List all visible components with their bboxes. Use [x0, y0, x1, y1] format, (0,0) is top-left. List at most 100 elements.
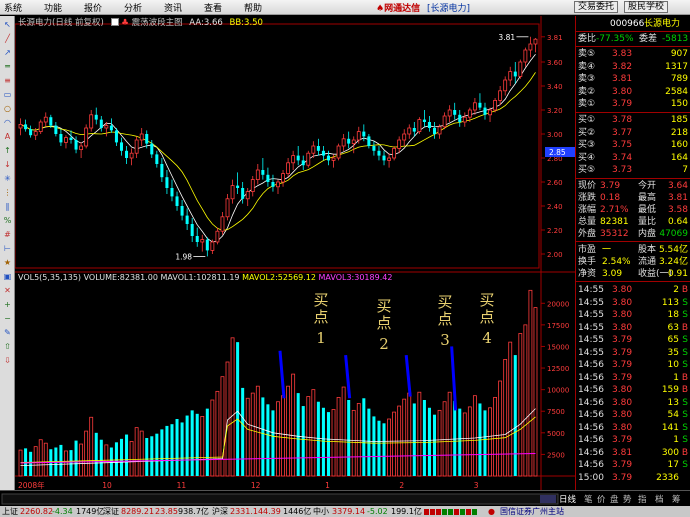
vol-axis-label: 17500	[547, 322, 569, 330]
tool-text-icon[interactable]: A	[2, 132, 13, 142]
buy-label: 买④	[578, 152, 596, 163]
candle-body	[533, 38, 538, 45]
candle-body	[99, 119, 103, 128]
chart-canvas[interactable]: 3.813.603.403.203.002.802.602.402.202.00…	[15, 16, 575, 490]
buy-point-annotation-1: 买点1	[313, 291, 329, 347]
indicator-checkbox[interactable]	[110, 18, 119, 26]
menu-function[interactable]: 功能	[44, 1, 62, 14]
volume-bar	[291, 373, 296, 477]
tab-tick[interactable]: 笔	[584, 493, 593, 505]
candle-body	[210, 241, 215, 251]
price-axis-label: 3.81	[547, 34, 563, 42]
tool-ruler-icon[interactable]: ⊢	[2, 244, 13, 254]
buy-price: 3.75	[612, 140, 633, 150]
tab-chips[interactable]: 筹	[672, 493, 681, 505]
menu-quote[interactable]: 报价	[84, 1, 102, 14]
menu-view[interactable]: 查看	[204, 1, 222, 14]
vol-header: VOL5(5,35,135)	[18, 273, 82, 282]
tick-row: 14:55 3.80 18 S	[576, 310, 690, 320]
tool-rect-icon[interactable]: ▭	[2, 90, 13, 100]
tick-price: 3.79	[612, 472, 633, 483]
tool-period-icon[interactable]: ⋮	[2, 188, 13, 198]
tick-price: 3.79	[612, 360, 633, 370]
menu-system[interactable]: 系统	[4, 1, 22, 14]
candle-body	[306, 152, 311, 166]
volume-bar	[33, 446, 38, 477]
menu-analysis[interactable]: 分析	[124, 1, 142, 14]
tool-zoom-out-icon[interactable]: −	[2, 314, 13, 324]
tool-grid-icon[interactable]: #	[2, 230, 13, 240]
tool-percent-icon[interactable]: %	[2, 216, 13, 226]
tool-delete-icon[interactable]: ✕	[2, 286, 13, 296]
tick-direction: S	[682, 422, 688, 433]
tool-mark-icon[interactable]: ★	[2, 258, 13, 268]
tool-pencil-icon[interactable]: ✎	[2, 328, 13, 338]
hs-change: 4.39	[263, 507, 281, 516]
tab-depth[interactable]: 盘	[610, 493, 619, 505]
candle-body	[129, 152, 134, 159]
volume-bar	[89, 416, 94, 477]
volume-bar	[377, 420, 381, 476]
price-axis-label: 3.00	[547, 131, 563, 139]
tool-arrow-down-icon[interactable]: ↓	[2, 160, 13, 170]
tool-down-arrow-icon[interactable]: ⇩	[2, 356, 13, 366]
quote-panel: 000966 长源电力 委比 -77.35% 委差 -5813 卖⑤ 3.83 90…	[575, 16, 690, 490]
tab-trend[interactable]: 势	[623, 493, 632, 505]
vol-mavol1: MAVOL1:102811.19	[160, 273, 240, 282]
bb-value: BB:3.50	[229, 18, 263, 28]
tick-direction: S	[682, 360, 688, 370]
tool-arc-icon[interactable]: ◠	[2, 118, 13, 128]
tick-direction: B	[681, 372, 688, 383]
trade-button[interactable]: 交易委托	[574, 1, 619, 13]
sz-label: 深证	[103, 507, 119, 516]
vol-mavol3: MAVOL3:30189.42	[318, 273, 393, 282]
tool-gann-icon[interactable]: ✳	[2, 174, 13, 184]
fund-value: 2.54%	[602, 257, 631, 267]
tool-arrow-up-icon[interactable]: ↑	[2, 146, 13, 156]
candle-body	[508, 71, 513, 81]
volume-bar	[367, 408, 371, 476]
kline-chart[interactable]: 3.81 3.60 3.40 3.20 3.00 2.80 2.60 2.40 2.20 2.00…	[15, 16, 575, 490]
bottom-scrollbar[interactable]	[0, 491, 580, 507]
tick-price: 3.80	[612, 410, 633, 420]
stat-label: 量比	[638, 217, 657, 227]
school-button[interactable]: 股民学校	[624, 1, 669, 13]
tool-fib-icon[interactable]: ≡	[2, 76, 13, 86]
tick-row: 14:56 3.80 159 B	[576, 385, 690, 395]
tab-level[interactable]: 档	[655, 493, 664, 505]
sell-volume: 150	[670, 99, 688, 109]
tick-volume: 2336	[656, 472, 679, 483]
tool-lock-icon[interactable]: ▣	[2, 272, 13, 282]
candle-body	[488, 109, 492, 116]
volume-bar	[64, 450, 68, 477]
x-axis-label: 1	[325, 481, 330, 490]
tool-channel-icon[interactable]: ═	[2, 62, 13, 72]
indicator-name[interactable]: 震荡波段主图	[132, 18, 183, 28]
tool-line-icon[interactable]: ╱	[2, 34, 13, 44]
price-axis-label: 3.60	[547, 59, 563, 67]
tick-price: 3.81	[612, 447, 633, 458]
tick-price: 3.79	[612, 347, 633, 358]
candle-body	[347, 138, 351, 144]
tool-circle-icon[interactable]: ○	[2, 104, 13, 114]
tick-row: 14:56 3.80 54 S	[576, 410, 690, 420]
volume-bar	[38, 439, 43, 477]
tool-cursor-icon[interactable]: ↖	[2, 20, 13, 30]
indicator-icon: ♣	[121, 18, 129, 28]
menu-help[interactable]: 帮助	[244, 1, 262, 14]
tool-zoom-in-icon[interactable]: +	[2, 300, 13, 310]
menu-info[interactable]: 资讯	[164, 1, 182, 14]
volume-bar	[472, 395, 477, 477]
tool-up-arrow-icon[interactable]: ⇧	[2, 342, 13, 352]
x-axis-label: 12	[251, 481, 261, 490]
stat-value: 3.79	[600, 181, 621, 191]
tab-price[interactable]: 价	[597, 493, 606, 505]
sell-label: 卖②	[578, 86, 596, 97]
tool-parallel-icon[interactable]: ∥	[2, 202, 13, 212]
tab-index[interactable]: 指	[638, 493, 647, 505]
brand-logo-icon: ♠	[376, 4, 385, 14]
x-axis-label: 10	[102, 481, 112, 490]
tab-daily[interactable]: 日线	[559, 493, 576, 505]
buy-point-marker	[278, 350, 286, 399]
tool-ray-icon[interactable]: ↗	[2, 48, 13, 58]
